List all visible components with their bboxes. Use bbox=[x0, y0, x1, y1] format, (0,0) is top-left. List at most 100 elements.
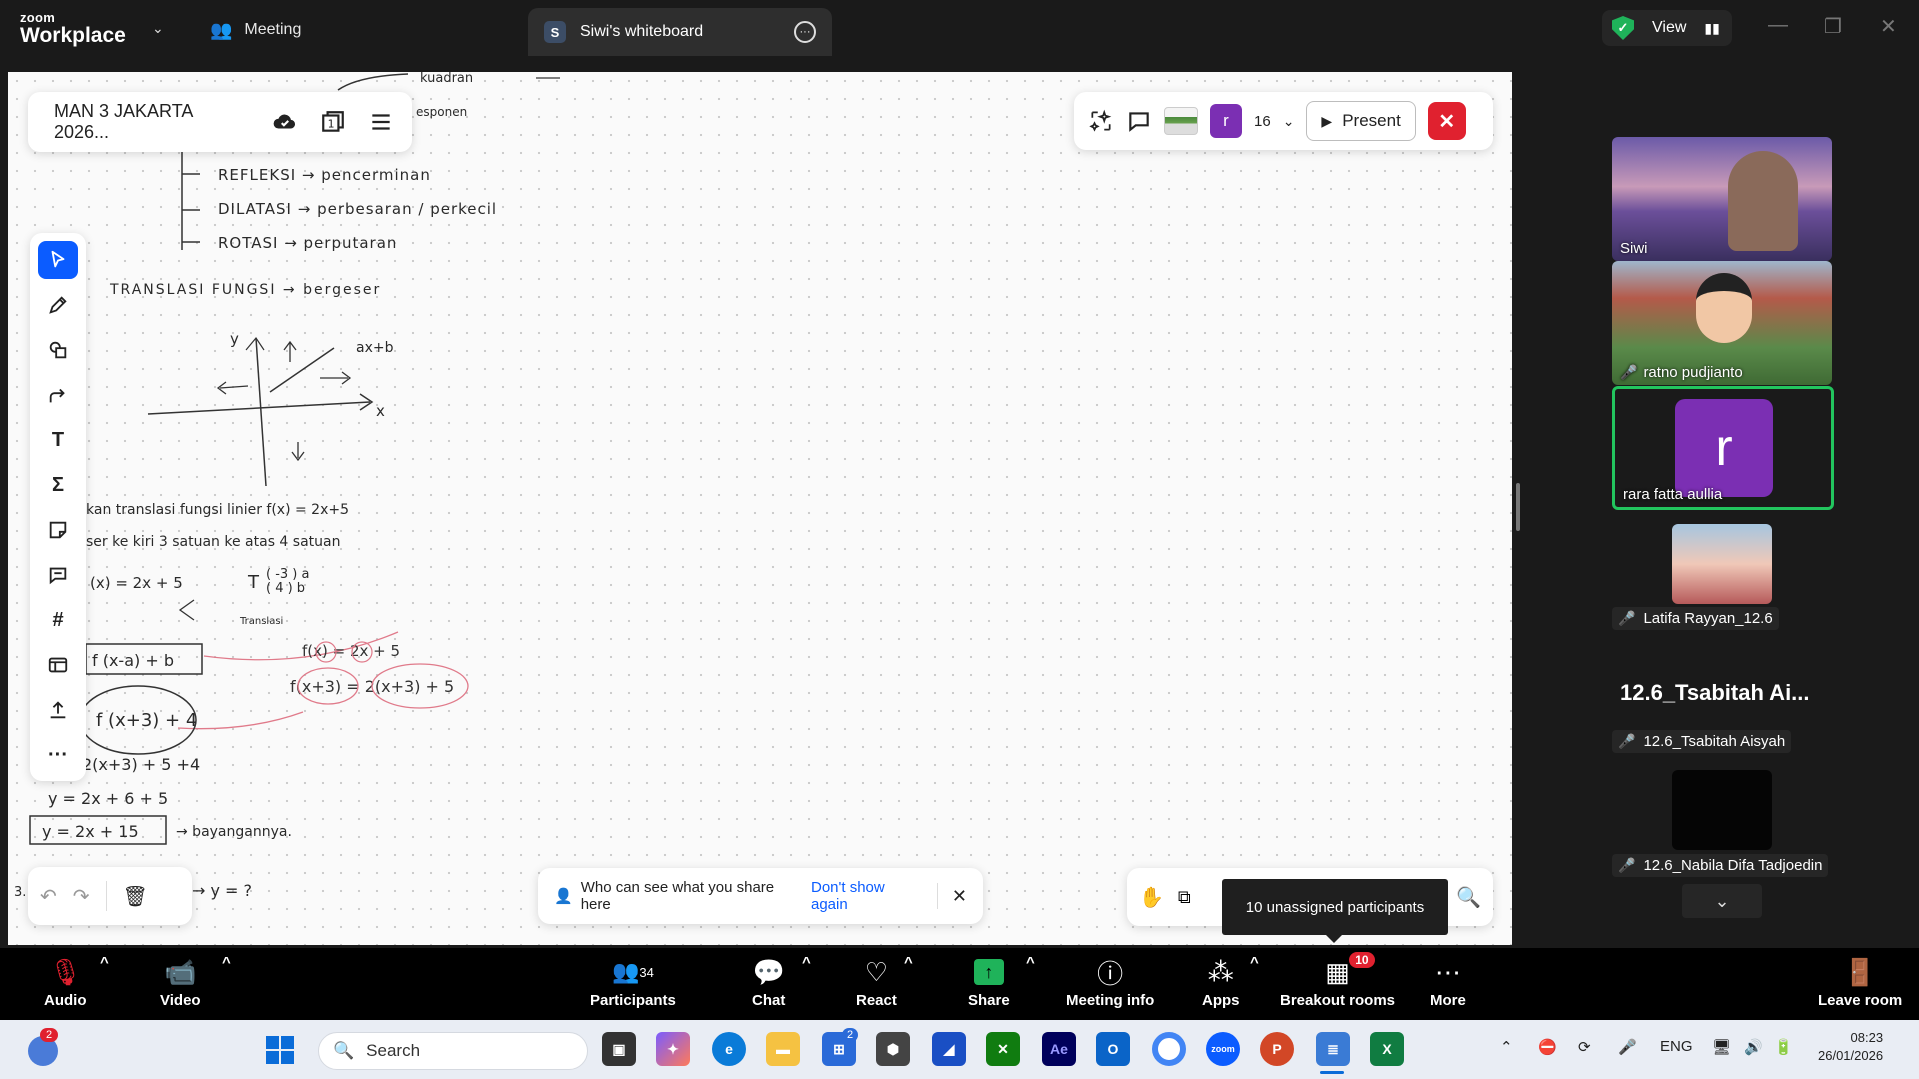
whiteboard-toolbar: T Σ # ··· bbox=[30, 233, 86, 781]
scroll-handle[interactable] bbox=[1516, 483, 1520, 531]
share-visibility-notice: 👤 Who can see what you share here Don't … bbox=[538, 868, 983, 924]
task-view-icon[interactable]: ▣ bbox=[602, 1032, 636, 1066]
tray-status-icon[interactable]: ⛔ bbox=[1538, 1038, 1557, 1056]
minimap-icon[interactable]: ⧉ bbox=[1178, 887, 1191, 908]
comment-tool-icon[interactable] bbox=[38, 556, 78, 594]
app-hex-icon[interactable]: ⬢ bbox=[876, 1032, 910, 1066]
tab-whiteboard[interactable]: S Siwi's whiteboard ··· bbox=[528, 8, 832, 56]
tray-mic-icon[interactable]: 🎤 bbox=[1618, 1038, 1637, 1056]
undo-icon[interactable]: ↶ bbox=[40, 884, 57, 909]
powerpoint-icon[interactable]: P bbox=[1260, 1032, 1294, 1066]
notepad-icon[interactable]: ≣ bbox=[1316, 1032, 1350, 1066]
whiteboard-title[interactable]: MAN 3 JAKARTA 2026... bbox=[54, 101, 250, 143]
audio-label: Audio bbox=[44, 992, 87, 1009]
tab-meeting[interactable]: 👥 Meeting bbox=[210, 14, 301, 46]
more-options-icon[interactable]: ··· bbox=[794, 21, 816, 43]
view-button[interactable]: ✓ View ▮▮ bbox=[1602, 10, 1732, 46]
select-tool-icon[interactable] bbox=[38, 241, 78, 279]
share-options-caret-icon[interactable]: ^ bbox=[1026, 954, 1035, 971]
present-button[interactable]: ▶ Present bbox=[1306, 101, 1416, 141]
hw-esponen: esponen bbox=[416, 105, 467, 119]
share-button[interactable]: ↑ Share bbox=[968, 954, 1010, 1009]
file-explorer-icon[interactable]: ▬ bbox=[766, 1032, 800, 1066]
trash-icon[interactable]: 🗑 bbox=[123, 884, 148, 909]
tray-chevron-icon[interactable]: ⌃ bbox=[1500, 1038, 1513, 1056]
minimize-icon[interactable]: — bbox=[1768, 14, 1788, 37]
hamburger-menu-icon[interactable] bbox=[368, 109, 394, 135]
text-tool-icon[interactable]: T bbox=[38, 421, 78, 459]
collaborator-count[interactable]: 16 bbox=[1254, 113, 1271, 130]
breakout-rooms-button[interactable]: ▦ 10 Breakout rooms bbox=[1280, 952, 1395, 1009]
copilot-icon[interactable]: ✦ bbox=[656, 1032, 690, 1066]
apps-button[interactable]: ⁂ Apps bbox=[1202, 954, 1240, 1010]
cloud-saved-icon[interactable] bbox=[272, 109, 298, 135]
chat-button[interactable]: 💬 Chat bbox=[752, 954, 785, 1010]
leave-room-button[interactable]: 🚪 Leave room bbox=[1818, 954, 1902, 1010]
participant-video[interactable] bbox=[1672, 524, 1772, 604]
pages-icon[interactable]: 1 bbox=[320, 109, 346, 135]
close-icon[interactable]: ✕ bbox=[952, 886, 967, 907]
shapes-tool-icon[interactable] bbox=[38, 331, 78, 369]
brand-small: zoom bbox=[20, 10, 56, 25]
whiteboard-canvas[interactable]: kuadran esponen REFLEKSI → pencerminan D… bbox=[8, 72, 1512, 945]
chat-options-caret-icon[interactable]: ^ bbox=[802, 954, 811, 971]
zoom-app-icon[interactable]: zoom bbox=[1206, 1032, 1240, 1066]
formula-tool-icon[interactable]: Σ bbox=[38, 466, 78, 504]
close-whiteboard-button[interactable]: ✕ bbox=[1427, 102, 1466, 140]
comment-icon[interactable] bbox=[1126, 108, 1152, 134]
tray-battery-icon[interactable]: 🔋 bbox=[1774, 1038, 1793, 1056]
edge-icon[interactable]: e bbox=[712, 1032, 746, 1066]
ai-sparkle-icon[interactable] bbox=[1088, 108, 1114, 134]
maximize-icon[interactable]: ❐ bbox=[1824, 14, 1842, 39]
hand-pan-icon[interactable]: ✋ bbox=[1139, 885, 1164, 910]
tray-sync-icon[interactable]: ⟳ bbox=[1578, 1038, 1591, 1056]
more-button[interactable]: ⋯ More bbox=[1430, 954, 1466, 1010]
frame-tool-icon[interactable]: # bbox=[38, 601, 78, 639]
taskbar-clock[interactable]: 08:23 26/01/2026 bbox=[1818, 1029, 1883, 1065]
chevron-down-icon[interactable]: ⌄ bbox=[152, 20, 164, 37]
tray-volume-icon[interactable]: 🔊 bbox=[1744, 1038, 1763, 1056]
hw-graph-y: y bbox=[230, 330, 239, 348]
react-options-caret-icon[interactable]: ^ bbox=[904, 954, 913, 971]
windows-start-icon[interactable] bbox=[266, 1036, 294, 1064]
meeting-info-button[interactable]: ⓘ Meeting info bbox=[1066, 954, 1154, 1010]
template-tool-icon[interactable] bbox=[38, 646, 78, 684]
muted-mic-icon: 🎤 bbox=[1618, 610, 1636, 626]
audio-options-caret-icon[interactable]: ^ bbox=[100, 954, 109, 971]
collaborator-thumbnail[interactable] bbox=[1164, 107, 1198, 135]
apps-options-caret-icon[interactable]: ^ bbox=[1250, 954, 1259, 971]
participant-video[interactable] bbox=[1672, 770, 1772, 850]
redo-icon[interactable]: ↷ bbox=[73, 884, 90, 909]
more-tools-icon[interactable]: ··· bbox=[38, 736, 78, 774]
outlook-icon[interactable]: O bbox=[1096, 1032, 1130, 1066]
after-effects-icon[interactable]: Ae bbox=[1042, 1032, 1076, 1066]
participants-button[interactable]: 👥 34 Participants bbox=[590, 954, 676, 1009]
sticky-note-tool-icon[interactable] bbox=[38, 511, 78, 549]
excel-icon[interactable]: X bbox=[1370, 1032, 1404, 1066]
close-window-icon[interactable]: ✕ bbox=[1880, 14, 1897, 39]
zoom-in-icon[interactable]: 🔍 bbox=[1456, 885, 1481, 910]
video-button[interactable]: 📹 Video bbox=[160, 954, 201, 1010]
video-tile[interactable]: 🎤 ratno pudjianto bbox=[1612, 261, 1832, 385]
video-tile[interactable]: Siwi bbox=[1612, 137, 1832, 261]
video-options-caret-icon[interactable]: ^ bbox=[222, 954, 231, 971]
handwriting-layer: kuadran esponen REFLEKSI → pencerminan D… bbox=[14, 72, 560, 900]
audio-button[interactable]: 🎙 Audio bbox=[44, 954, 87, 1010]
chrome-icon[interactable] bbox=[1152, 1032, 1186, 1066]
taskbar-search[interactable]: 🔍 Search bbox=[318, 1032, 588, 1070]
xbox-icon[interactable]: ✕ bbox=[986, 1032, 1020, 1066]
react-button[interactable]: ♡ React bbox=[856, 954, 897, 1010]
connector-tool-icon[interactable] bbox=[38, 376, 78, 414]
app-blue-icon[interactable]: ◢ bbox=[932, 1032, 966, 1066]
dont-show-again-link[interactable]: Don't show again bbox=[811, 879, 923, 913]
breakout-badge: 10 bbox=[1349, 952, 1375, 968]
participants-icon: 👥 34 bbox=[612, 959, 654, 984]
collaborator-avatar[interactable]: r bbox=[1210, 104, 1242, 138]
chevron-down-icon[interactable]: ⌄ bbox=[1283, 113, 1295, 130]
video-tile-active[interactable]: r rara fatta aullia bbox=[1612, 386, 1834, 510]
tray-network-icon[interactable]: 🖥 bbox=[1712, 1038, 1731, 1056]
language-indicator[interactable]: ENG bbox=[1660, 1038, 1693, 1055]
upload-tool-icon[interactable] bbox=[38, 691, 78, 729]
scroll-down-chevron-icon[interactable]: ⌄ bbox=[1682, 884, 1762, 918]
pen-tool-icon[interactable] bbox=[38, 286, 78, 324]
